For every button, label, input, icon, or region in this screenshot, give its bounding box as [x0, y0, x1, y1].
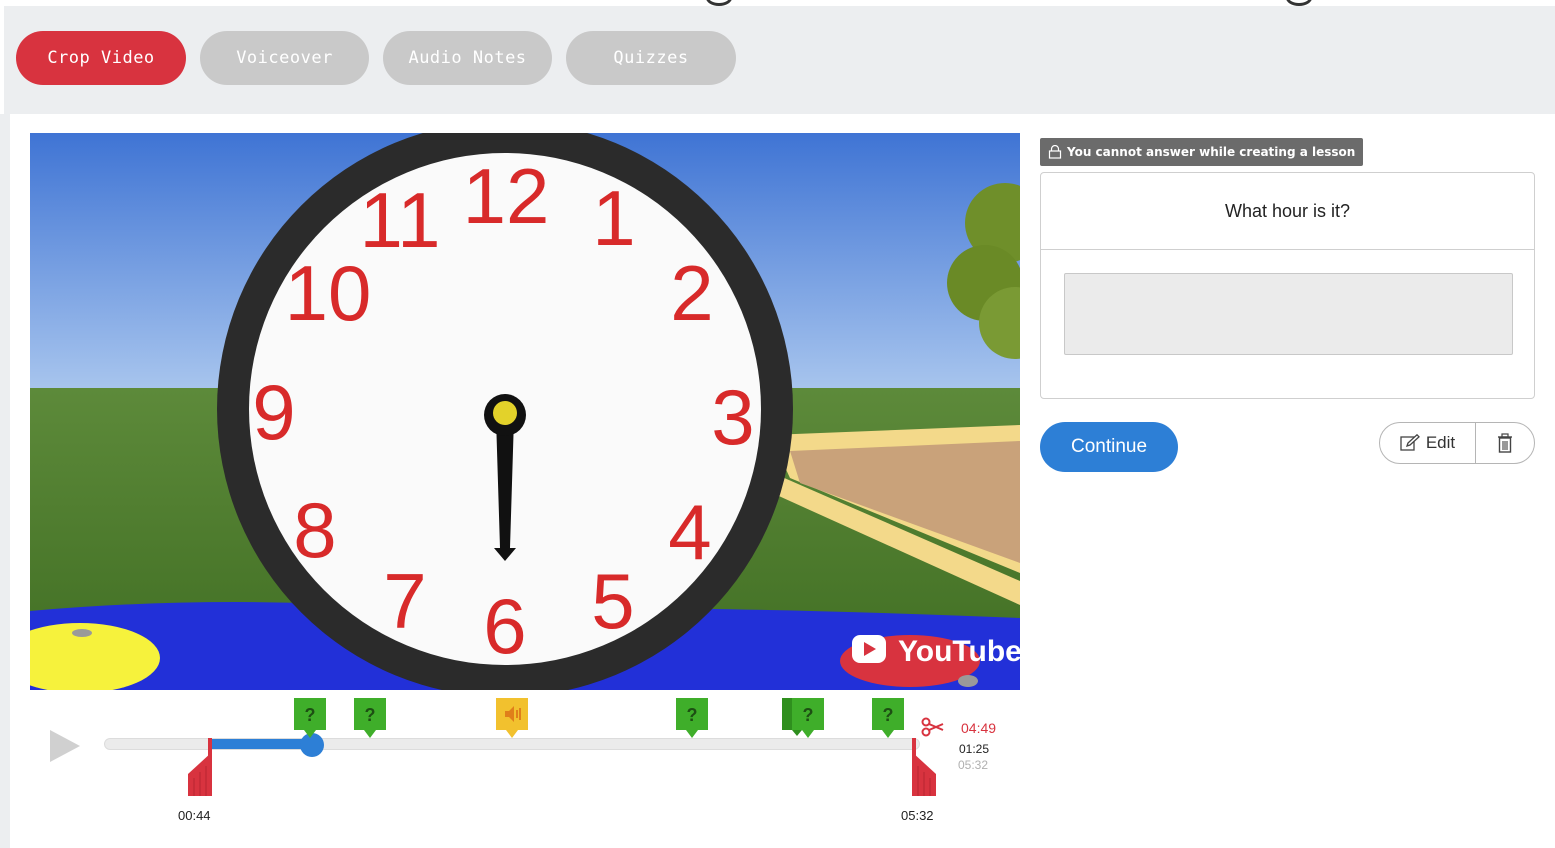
answer-textarea[interactable] — [1064, 273, 1513, 355]
quiz-marker-icon[interactable]: ? — [872, 698, 904, 740]
clock-number-9: 9 — [252, 368, 295, 456]
svg-text:?: ? — [883, 705, 894, 725]
total-duration: 05:32 — [958, 758, 989, 772]
clock-number-1: 1 — [592, 174, 635, 262]
tab-crop-video[interactable]: Crop Video — [16, 31, 186, 85]
clock-number-10: 10 — [285, 249, 372, 337]
delete-button[interactable] — [1476, 423, 1534, 463]
quiz-marker-icon[interactable]: ? — [676, 698, 708, 740]
clock-number-2: 2 — [670, 249, 713, 337]
trash-icon — [1498, 433, 1512, 453]
svg-text:?: ? — [365, 705, 376, 725]
crop-start-time: 00:44 — [178, 808, 211, 823]
edit-button[interactable]: Edit — [1380, 423, 1476, 463]
clock-number-11: 11 — [360, 176, 441, 264]
crop-end-handle-icon[interactable] — [912, 738, 938, 798]
quiz-card: What hour is it? — [1040, 172, 1535, 399]
clock-number-6: 6 — [483, 582, 526, 670]
clock-number-4: 4 — [668, 488, 711, 576]
svg-text:?: ? — [687, 705, 698, 725]
clock-number-5: 5 — [591, 557, 634, 645]
clock-center-cap — [493, 401, 517, 425]
clock-number-7: 7 — [383, 557, 426, 645]
left-edge — [0, 114, 10, 848]
tab-audio-notes[interactable]: Audio Notes — [383, 31, 552, 85]
continue-button[interactable]: Continue — [1040, 422, 1178, 472]
audio-note-marker-icon[interactable] — [496, 698, 528, 740]
svg-text:?: ? — [803, 705, 814, 725]
crop-start-handle-icon[interactable] — [186, 738, 212, 798]
editor-tab-bar: Crop Video Voiceover Audio Notes Quizzes — [4, 6, 1555, 114]
answer-locked-notice: You cannot answer while creating a lesso… — [1040, 138, 1364, 166]
quiz-actions-group: Edit — [1379, 422, 1535, 464]
yellow-disc-peg — [72, 629, 92, 637]
answer-locked-text: You cannot answer while creating a lesso… — [1067, 145, 1356, 159]
edit-icon — [1400, 434, 1420, 451]
quiz-marker-icon[interactable]: ? — [294, 698, 326, 740]
clock-number-3: 3 — [711, 373, 754, 461]
current-time: 01:25 — [959, 742, 990, 756]
crop-end-time: 05:32 — [901, 808, 934, 823]
play-icon[interactable] — [46, 728, 82, 764]
quiz-marker-icon[interactable]: ? — [354, 698, 386, 740]
youtube-text: YouTube — [898, 635, 1020, 668]
tab-quizzes[interactable]: Quizzes — [566, 31, 736, 85]
clock: 12 1 2 3 4 5 6 7 8 9 10 11 — [217, 133, 793, 690]
svg-text:?: ? — [305, 705, 316, 725]
quiz-question: What hour is it? — [1041, 173, 1534, 250]
cropped-duration: 04:49 — [961, 720, 997, 736]
quiz-marker-stack-icon[interactable]: ? — [782, 698, 824, 740]
edit-button-label: Edit — [1425, 433, 1456, 452]
clock-number-12: 12 — [463, 152, 550, 240]
clock-number-8: 8 — [293, 486, 336, 574]
video-frame: 12 1 2 3 4 5 6 7 8 9 10 11 YouTube — [30, 133, 1020, 690]
red-disc-peg — [958, 675, 978, 687]
video-player[interactable]: 12 1 2 3 4 5 6 7 8 9 10 11 YouTube — [30, 133, 1020, 690]
tab-voiceover[interactable]: Voiceover — [200, 31, 369, 85]
scissors-icon[interactable] — [921, 716, 945, 738]
timeline-progress — [210, 739, 312, 749]
lock-icon — [1048, 145, 1062, 159]
